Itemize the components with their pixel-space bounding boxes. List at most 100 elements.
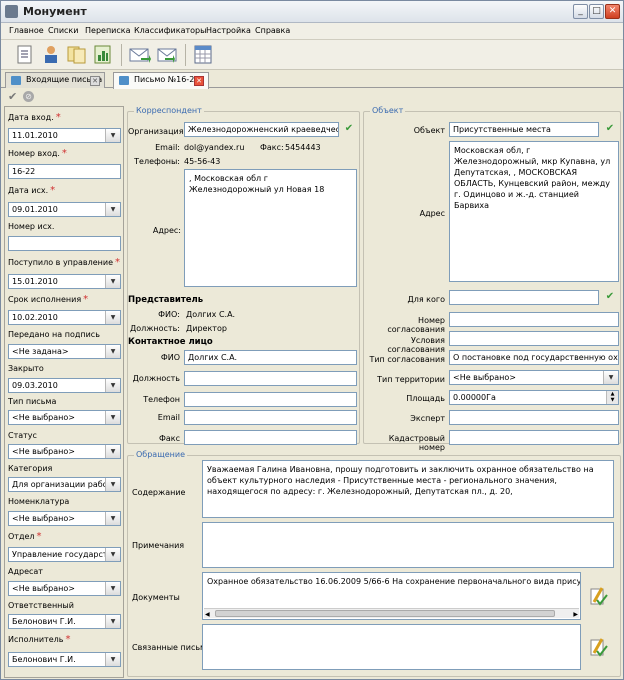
rep-position-value: Директор [186, 324, 227, 333]
received-label: Поступило в управление * [8, 257, 120, 268]
menu-help[interactable]: Справка [255, 26, 290, 35]
area-stepper[interactable]: 0.00000Га ▲ ▼ [449, 390, 619, 405]
deadline-label: Срок исполнения * [8, 294, 89, 305]
edit-documents-icon[interactable] [588, 585, 610, 607]
organization-input[interactable]: Железнодорожненский краеведческий... [184, 122, 339, 137]
date-in-label: Дата вход. * [8, 112, 61, 123]
executor-label: Исполнитель * [8, 634, 71, 645]
menu-classifiers[interactable]: Классификаторы [134, 26, 206, 35]
contact-fax-input[interactable] [184, 430, 357, 445]
users-icon[interactable] [39, 43, 63, 66]
documents-stack-icon[interactable] [65, 43, 89, 66]
email-label: Email: [155, 143, 180, 152]
closed-label: Закрыто [8, 364, 44, 373]
contact-position-label: Должность [132, 374, 180, 383]
app-icon [5, 5, 18, 18]
deadline-date-picker[interactable]: 10.02.2010 [8, 310, 121, 325]
agreement-number-input[interactable] [449, 312, 619, 327]
save-check-icon[interactable]: ✔ [8, 90, 17, 103]
select-check-icon[interactable]: ✔ [343, 123, 355, 135]
title-bar: Монумент _ □ ✕ [1, 1, 623, 23]
object-label: Объект [413, 126, 445, 135]
agreement-type-input[interactable]: О постановке под государственную охрану [449, 350, 619, 365]
outgoing-mail-icon[interactable] [155, 43, 179, 66]
sign-date-picker[interactable]: <Не задана> [8, 344, 121, 359]
representative-title: Представитель [128, 295, 204, 305]
notes-label: Примечания [132, 541, 185, 550]
category-select[interactable]: Для организации работы [8, 477, 121, 492]
num-out-label: Номер исх. [8, 222, 55, 231]
object-address-label: Адрес [419, 209, 445, 218]
correspondent-address-field[interactable]: , Московская обл г Железнодорожный ул Но… [184, 169, 357, 287]
nomenclature-select[interactable]: <Не выбрано> [8, 511, 121, 526]
notes-textarea[interactable] [202, 522, 614, 568]
spreadsheet-icon[interactable] [191, 43, 215, 66]
tab-close-icon[interactable]: ✕ [90, 76, 100, 86]
for-whom-input[interactable] [449, 290, 599, 305]
stepper-arrows-icon[interactable]: ▲ ▼ [606, 391, 618, 404]
document-row[interactable]: Охранное обязательство 16.06.2009 5/66-6… [207, 577, 580, 586]
appeal-legend: Обращение [134, 450, 188, 459]
edit-linked-letters-icon[interactable] [588, 636, 610, 658]
menu-main[interactable]: Главное [9, 26, 44, 35]
rep-fio-value: Долгих С.А. [186, 310, 236, 319]
date-in-picker[interactable]: 11.01.2010 [8, 128, 121, 143]
organization-label: Организация* [128, 126, 191, 137]
documents-list[interactable]: Охранное обязательство 16.06.2009 5/66-6… [202, 572, 581, 620]
object-address-field[interactable]: Московская обл, г Железнодорожный, мкр К… [449, 141, 619, 282]
minimize-button[interactable]: _ [573, 4, 588, 19]
close-button[interactable]: ✕ [605, 4, 620, 19]
menu-correspondence[interactable]: Переписка [85, 26, 131, 35]
linked-letters-list[interactable] [202, 624, 581, 670]
category-label: Категория [8, 464, 53, 473]
contact-email-input[interactable] [184, 410, 357, 425]
territory-type-select[interactable]: <Не выбрано> [449, 370, 619, 385]
object-select-check-icon[interactable]: ✔ [604, 123, 616, 135]
document-list-icon[interactable] [13, 43, 37, 66]
fax-value: 5454443 [285, 143, 321, 152]
content-textarea[interactable]: Уважаемая Галина Ивановна, прошу подгото… [202, 460, 614, 518]
window-title: Монумент [23, 5, 87, 18]
addressee-label: Адресат [8, 567, 43, 576]
responsible-select[interactable]: Белонович Г.И. [8, 614, 121, 629]
closed-date-picker[interactable]: 09.03.2010 [8, 378, 121, 393]
department-select[interactable]: Управление государственно [8, 547, 121, 562]
cadastral-number-input[interactable] [449, 430, 619, 445]
letter-type-label: Тип письма [8, 397, 57, 406]
contact-fio-input[interactable]: Долгих С.А. [184, 350, 357, 365]
cancel-icon[interactable]: ⊘ [23, 91, 34, 102]
agreement-conditions-input[interactable] [449, 331, 619, 346]
contact-position-input[interactable] [184, 371, 357, 386]
responsible-label: Ответственный [8, 601, 74, 610]
num-out-input[interactable] [8, 236, 121, 251]
tab-incoming-letters[interactable]: Входящие письма ✕ [5, 72, 105, 88]
tab-letter[interactable]: Письмо №16-22 ✕ [113, 72, 209, 89]
agreement-conditions-label: Условия согласования [387, 336, 445, 354]
address-label: Адрес: [152, 226, 181, 235]
documents-hscrollbar[interactable]: ◀ ▶ [204, 608, 579, 618]
executor-select[interactable]: Белонович Г.И. [8, 652, 121, 667]
tab-close-icon[interactable]: ✕ [194, 76, 204, 86]
menu-settings[interactable]: Настройка [206, 26, 251, 35]
fax-label: Факс: [260, 143, 284, 152]
contact-person-title: Контактное лицо [128, 337, 213, 347]
area-label: Площадь [406, 394, 445, 403]
num-in-input[interactable]: 16-22 [8, 164, 121, 179]
status-select[interactable]: <Не выбрано> [8, 444, 121, 459]
for-whom-check-icon[interactable]: ✔ [604, 291, 616, 303]
object-input[interactable]: Присутственные места [449, 122, 599, 137]
expert-input[interactable] [449, 410, 619, 425]
letter-fields-panel: Дата вход.* 11.01.2010 Номер вход.* 16-2… [4, 106, 124, 678]
chart-document-icon[interactable] [91, 43, 115, 66]
incoming-mail-icon[interactable] [127, 43, 151, 66]
email-value: dol@yandex.ru [184, 143, 245, 152]
addressee-select[interactable]: <Не выбрано> [8, 581, 121, 596]
menu-lists[interactable]: Списки [48, 26, 78, 35]
appeal-group: Обращение Содержание Уважаемая Галина Ив… [127, 450, 621, 677]
received-date-picker[interactable]: 15.01.2010 [8, 274, 121, 289]
maximize-button[interactable]: □ [589, 4, 604, 19]
letter-type-select[interactable]: <Не выбрано> [8, 410, 121, 425]
rep-fio-label: ФИО: [158, 310, 180, 319]
contact-phone-input[interactable] [184, 392, 357, 407]
date-out-picker[interactable]: 09.01.2010 [8, 202, 121, 217]
